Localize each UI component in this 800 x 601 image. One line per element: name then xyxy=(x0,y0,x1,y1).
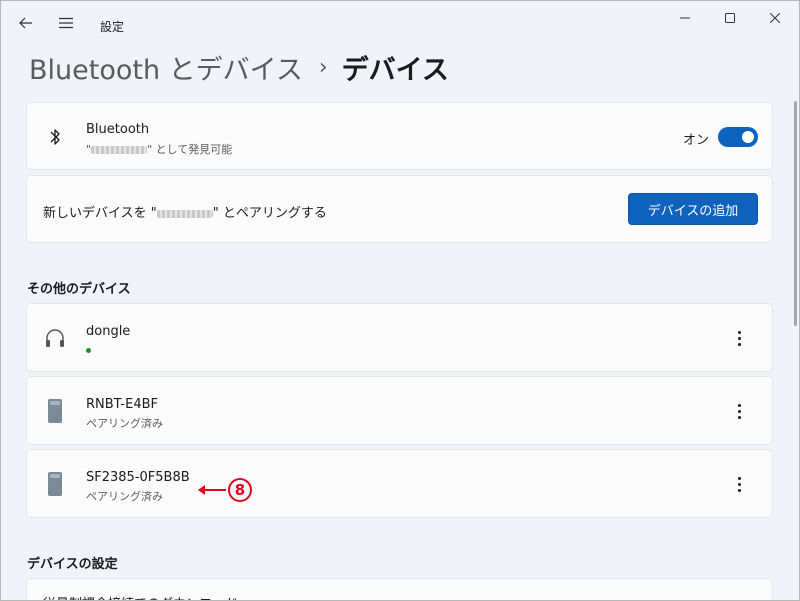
other-devices-heading: その他のデバイス xyxy=(27,282,131,297)
device-row-rnbt[interactable]: RNBT-E4BF ペアリング済み xyxy=(26,376,773,445)
bluetooth-subtitle: " " として発見可能 xyxy=(86,143,233,156)
device-row-sf2385[interactable]: SF2385-0F5B8B ペアリング済み xyxy=(26,449,773,518)
generic-device-icon xyxy=(43,470,67,498)
add-device-button[interactable]: デバイスの追加 xyxy=(628,193,758,225)
redacted-device-name xyxy=(156,209,213,218)
settings-window: 設定 Bluetooth とデバイス › デバイス Bluetooth " " と… xyxy=(0,0,800,601)
device-row-dongle[interactable]: dongle xyxy=(26,303,773,372)
device-name: SF2385-0F5B8B xyxy=(86,470,190,485)
pair-device-card: 新しいデバイスを " " とペアリングする デバイスの追加 xyxy=(26,175,773,243)
device-status: ペアリング済み xyxy=(86,490,163,503)
pair-description: 新しいデバイスを " " とペアリングする xyxy=(43,206,327,221)
page-title: デバイス xyxy=(341,54,449,86)
connected-status-dot xyxy=(86,348,91,353)
more-options-button[interactable] xyxy=(727,399,751,423)
device-status: ペアリング済み xyxy=(86,417,163,430)
maximize-button[interactable] xyxy=(708,3,752,33)
minimize-button[interactable] xyxy=(663,3,707,33)
bluetooth-toggle[interactable] xyxy=(718,127,758,147)
vertical-scrollbar[interactable] xyxy=(794,101,797,326)
more-options-button[interactable] xyxy=(727,472,751,496)
device-name: dongle xyxy=(86,324,131,339)
metered-download-label: 従量制課金接続でのダウンロード xyxy=(43,593,238,600)
generic-device-icon xyxy=(43,397,67,425)
breadcrumb-parent[interactable]: Bluetooth とデバイス xyxy=(29,48,303,87)
device-name: RNBT-E4BF xyxy=(86,397,158,412)
device-settings-heading: デバイスの設定 xyxy=(27,557,118,572)
toggle-knob xyxy=(742,131,754,143)
breadcrumb-separator: › xyxy=(318,54,328,80)
hamburger-menu-icon[interactable] xyxy=(54,11,78,35)
more-options-button[interactable] xyxy=(727,326,751,350)
redacted-device-name xyxy=(91,146,148,154)
title-bar: 設定 xyxy=(1,1,799,45)
metered-download-row[interactable]: 従量制課金接続でのダウンロード xyxy=(26,578,773,600)
annotation-arrow-icon xyxy=(198,485,226,495)
toggle-state-label: オン xyxy=(683,133,710,148)
close-button[interactable] xyxy=(753,3,797,33)
annotation-number-badge: 8 xyxy=(228,478,252,502)
bluetooth-card: Bluetooth " " として発見可能 オン xyxy=(26,102,773,170)
bluetooth-title: Bluetooth xyxy=(86,122,150,137)
headphones-icon xyxy=(43,324,67,352)
back-arrow-icon[interactable] xyxy=(14,11,38,35)
app-title: 設定 xyxy=(100,20,125,34)
bluetooth-icon xyxy=(43,123,67,151)
breadcrumb: Bluetooth とデバイス › デバイス xyxy=(29,48,449,87)
